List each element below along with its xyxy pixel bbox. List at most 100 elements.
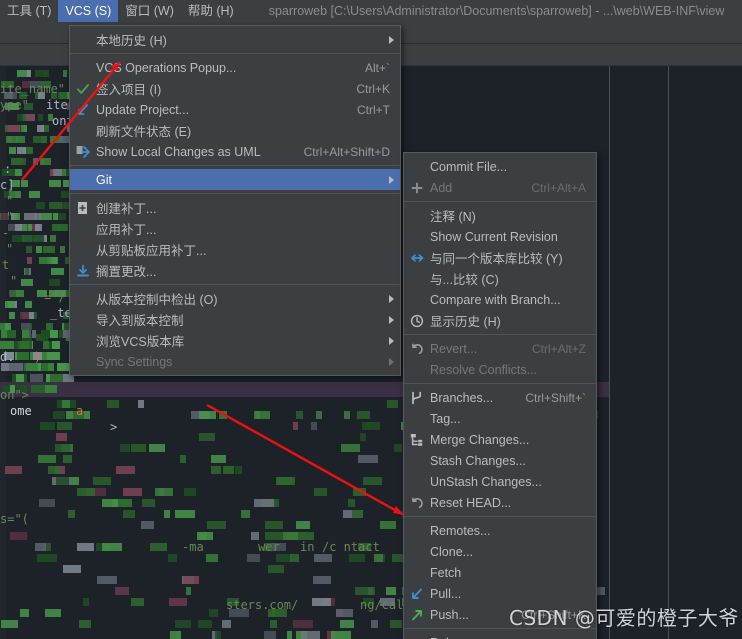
menu-separator (70, 284, 400, 285)
code-fragment: -ma (182, 540, 204, 554)
code-fragment: sters.com/ (226, 598, 299, 612)
menu-item-label: Fetch (430, 565, 462, 580)
menu-item-compare-with-branch[interactable]: Compare with Branch... (404, 289, 596, 310)
menu-item-annotate[interactable]: 注释 (N) (404, 205, 596, 226)
menu-item-label: Sync Settings (96, 354, 173, 369)
menu-item-shelve-changes[interactable]: 搁置更改... (70, 260, 400, 281)
no-icon (70, 288, 96, 309)
code-fragment: ="/ (44, 290, 66, 304)
no-icon (404, 450, 430, 471)
arrow-down-left-icon (78, 103, 88, 115)
menu-item-label: 从版本控制中检出 (O) (96, 293, 218, 307)
plus-icon (411, 182, 423, 193)
submenu-arrow-icon (389, 35, 394, 44)
menu-item-label: Show Current Revision (430, 229, 558, 244)
merge-icon (404, 429, 430, 450)
submenu-arrow-icon (389, 294, 394, 303)
menu-item-vcs-operations-popup[interactable]: VCS Operations Popup... Alt+` (70, 57, 400, 78)
code-fragment: ome (10, 404, 32, 418)
no-icon (404, 156, 430, 177)
menu-item-shortcut: Ctrl+Alt+Shift+D (303, 144, 390, 159)
push-icon (404, 604, 430, 625)
no-icon (70, 330, 96, 351)
menu-item-tag[interactable]: Tag... (404, 408, 596, 429)
menu-item-pull[interactable]: Pull... (404, 583, 596, 604)
menu-item-git[interactable]: Git (70, 169, 400, 190)
menu-separator (404, 201, 596, 202)
create-patch-icon (78, 201, 87, 214)
branch-icon (404, 387, 430, 408)
menu-item-compare-with[interactable]: 与...比较 (C) (404, 268, 596, 289)
menu-item-label: Show Local Changes as UML (96, 144, 261, 159)
no-icon (404, 520, 430, 541)
no-icon (404, 408, 430, 429)
menu-item-stash-changes[interactable]: Stash Changes... (404, 450, 596, 471)
menu-item-label: 显示历史 (H) (430, 315, 501, 329)
menu-item-apply-patch-clipboard[interactable]: 从剪贴板应用补丁... (70, 239, 400, 260)
check-icon (70, 78, 96, 99)
menu-item-import-into-vcs[interactable]: 导入到版本控制 (70, 309, 400, 330)
menu-item-compare-with-same-repository[interactable]: 与同一个版本库比较 (Y) (404, 247, 596, 268)
menu-item-fetch[interactable]: Fetch (404, 562, 596, 583)
menu-item-label: UnStash Changes... (430, 474, 542, 489)
menu-item-show-current-revision[interactable]: Show Current Revision (404, 226, 596, 247)
revert-icon (404, 492, 430, 513)
menu-item-refresh-file-status[interactable]: 刷新文件状态 (E) (70, 120, 400, 141)
code-fragment: ) (34, 350, 42, 364)
editor-split-divider[interactable] (609, 66, 610, 639)
code-fragment: - (2, 226, 10, 240)
menu-item-reset-head[interactable]: Reset HEAD... (404, 492, 596, 513)
menu-bar: 工具 (T) VCS (S) 窗口 (W) 帮助 (H) sparroweb [C:\… (0, 0, 742, 22)
menubar-tools[interactable]: 工具 (T) (0, 0, 58, 22)
menu-item-clone[interactable]: Clone... (404, 541, 596, 562)
menubar-vcs[interactable]: VCS (S) (58, 0, 119, 22)
menu-item-label: 签入项目 (I) (96, 83, 162, 97)
revert-icon (412, 497, 423, 508)
push-icon (412, 609, 422, 620)
menu-item-local-history[interactable]: 本地历史 (H) (70, 29, 400, 50)
code-fragment: " (6, 242, 14, 256)
app-window: ite_name" ype" ite ont: c] " " - " t " ="/_te d.) on"… (0, 0, 742, 639)
menu-item-merge-changes[interactable]: Merge Changes... (404, 429, 596, 450)
uml-diagram-icon (70, 141, 96, 162)
menu-item-update-project[interactable]: Update Project... Ctrl+T (70, 99, 400, 120)
code-fragment: " (6, 210, 14, 224)
vcs-dropdown-menu[interactable]: 本地历史 (H) VCS Operations Popup... Alt+` 签入项目… (69, 25, 401, 376)
menu-item-show-local-changes-uml[interactable]: Show Local Changes as UML Ctrl+Alt+Shift+… (70, 141, 400, 162)
editor-split-divider-2[interactable] (668, 66, 669, 639)
menu-separator (70, 193, 400, 194)
menu-item-unstash-changes[interactable]: UnStash Changes... (404, 471, 596, 492)
submenu-arrow-icon (389, 357, 394, 366)
no-icon (404, 226, 430, 247)
menu-item-label: Revert... (430, 341, 478, 356)
menu-item-checkout-from-vcs[interactable]: 从版本控制中检出 (O) (70, 288, 400, 309)
menu-item-checkin-project[interactable]: 签入项目 (I) Ctrl+K (70, 78, 400, 99)
code-fragment: ite_name" (0, 82, 66, 96)
code-fragment: : (4, 162, 12, 176)
menu-item-remotes[interactable]: Remotes... (404, 520, 596, 541)
menu-item-show-history[interactable]: 显示历史 (H) (404, 310, 596, 331)
menu-item-label: Git (96, 172, 112, 187)
menu-item-apply-patch[interactable]: 应用补丁... (70, 218, 400, 239)
menu-separator (404, 334, 596, 335)
menu-item-rebase[interactable]: Rebase... (404, 632, 596, 639)
menubar-window[interactable]: 窗口 (W) (118, 0, 181, 22)
no-icon (404, 632, 430, 639)
menu-item-label: 与...比较 (C) (430, 273, 499, 287)
watermark-text: CSDN @可爱的橙子大爷 (509, 606, 739, 630)
code-fragment: /c ntact (322, 540, 380, 554)
menu-item-commit-file[interactable]: Commit File... (404, 156, 596, 177)
git-submenu[interactable]: Commit File... Add Ctrl+Alt+A 注释 (N) Show Cu… (403, 152, 597, 639)
menu-item-label: Stash Changes... (430, 453, 526, 468)
menu-item-browse-vcs-repository[interactable]: 浏览VCS版本库 (70, 330, 400, 351)
menu-item-branches[interactable]: Branches... Ctrl+Shift+` (404, 387, 596, 408)
code-fragment: d. (0, 350, 15, 364)
submenu-arrow-icon (389, 336, 394, 345)
submenu-arrow-icon (389, 175, 394, 184)
menu-item-label: 从剪贴板应用补丁... (96, 244, 207, 258)
menu-item-label: Add (430, 180, 453, 195)
no-icon (70, 29, 96, 50)
menu-item-create-patch[interactable]: 创建补丁... (70, 197, 400, 218)
menubar-help[interactable]: 帮助 (H) (181, 0, 241, 22)
clock-icon (404, 310, 430, 331)
